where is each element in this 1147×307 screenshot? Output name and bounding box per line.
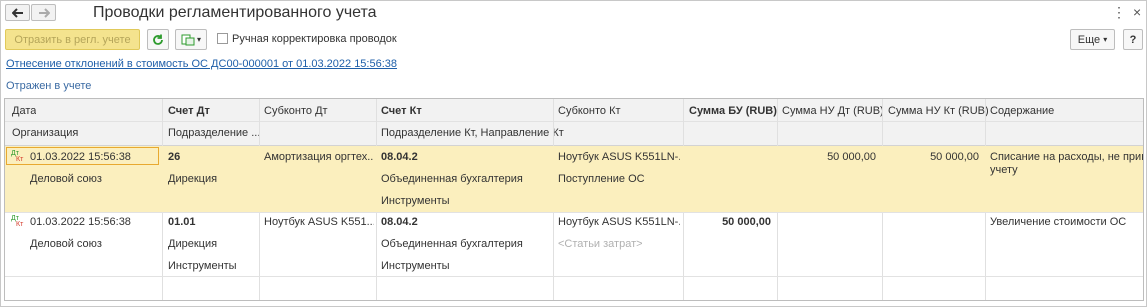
column-header-department-kt[interactable]: Подразделение Кт, Направление Кт <box>381 127 564 139</box>
column-header-content[interactable]: Содержание <box>990 105 1054 117</box>
arrow-right-icon <box>38 7 50 18</box>
row-subconto-kt-2[interactable]: Поступление ОС <box>558 173 645 185</box>
row-content-2[interactable]: учету <box>990 164 1018 176</box>
row-sum-bu[interactable]: 50 000,00 <box>685 216 771 228</box>
column-header-subconto-kt[interactable]: Субконто Кт <box>558 105 621 117</box>
row-account-dt[interactable]: 26 <box>168 151 180 163</box>
entries-table: Дата Счет Дт Субконто Дт Счет Кт Субконт… <box>4 98 1144 301</box>
row-department-dt[interactable]: Дирекция <box>168 238 217 250</box>
chevron-down-icon: ▾ <box>196 35 201 44</box>
report-icon <box>181 34 195 45</box>
manual-correction-checkbox[interactable] <box>217 33 228 44</box>
status-text: Отражен в учете <box>6 80 92 92</box>
row-subconto-kt[interactable]: Ноутбук ASUS K551LN-... <box>558 151 680 163</box>
post-to-accounting-button[interactable]: Отразить в регл. учете <box>5 29 140 50</box>
row-department-kt[interactable]: Объединенная бухгалтерия <box>381 173 523 185</box>
accounting-entry-icon: Дт Кт <box>11 215 24 228</box>
row-direction-dt[interactable]: Инструменты <box>168 260 237 272</box>
row-account-kt[interactable]: 08.04.2 <box>381 216 418 228</box>
row-subconto-dt[interactable]: Ноутбук ASUS K551... <box>264 216 374 228</box>
row-department-kt[interactable]: Объединенная бухгалтерия <box>381 238 523 250</box>
row-date[interactable]: 01.03.2022 15:56:38 <box>30 151 131 163</box>
report-dropdown-button[interactable]: ▾ <box>175 29 207 50</box>
row-subconto-kt-placeholder[interactable]: <Статьи затрат> <box>558 238 643 250</box>
column-header-sum-bu[interactable]: Сумма БУ (RUB) <box>689 105 777 117</box>
close-icon[interactable]: × <box>1133 4 1141 20</box>
entry-icon-kt: Кт <box>16 156 24 163</box>
row-sum-nu-dt[interactable]: 50 000,00 <box>779 151 876 163</box>
refresh-icon <box>153 34 163 45</box>
entry-icon-kt: Кт <box>16 221 24 228</box>
row-subconto-kt[interactable]: Ноутбук ASUS K551LN-... <box>558 216 680 228</box>
row-direction-kt[interactable]: Инструменты <box>381 260 450 272</box>
more-button[interactable]: Еще ▾ <box>1070 29 1115 50</box>
table-header: Дата Счет Дт Субконто Дт Счет Кт Субконт… <box>5 99 1143 146</box>
forward-button[interactable] <box>31 4 56 21</box>
row-content[interactable]: Увеличение стоимости ОС <box>990 216 1143 228</box>
row-organization[interactable]: Деловой союз <box>30 173 102 185</box>
page-title: Проводки регламентированного учета <box>93 4 377 21</box>
help-button[interactable]: ? <box>1123 29 1143 50</box>
row-department-dt[interactable]: Дирекция <box>168 173 217 185</box>
column-header-account-dt[interactable]: Счет Дт <box>168 105 210 117</box>
row-organization[interactable]: Деловой союз <box>30 238 102 250</box>
column-header-subconto-dt[interactable]: Субконто Дт <box>264 105 328 117</box>
more-button-label: Еще <box>1077 33 1101 46</box>
accounting-entry-icon: Дт Кт <box>11 150 24 163</box>
row-content[interactable]: Списание на расходы, не принима <box>990 151 1143 163</box>
column-header-account-kt[interactable]: Счет Кт <box>381 105 422 117</box>
manual-correction-label: Ручная корректировка проводок <box>232 33 397 45</box>
row-direction-kt[interactable]: Инструменты <box>381 195 450 207</box>
chevron-down-icon: ▾ <box>1103 35 1108 44</box>
column-header-organization[interactable]: Организация <box>12 127 78 139</box>
row-sum-nu-kt[interactable]: 50 000,00 <box>884 151 979 163</box>
arrow-left-icon <box>11 7 23 18</box>
row-account-dt[interactable]: 01.01 <box>168 216 196 228</box>
more-actions-icon[interactable]: ⋮ <box>1112 4 1126 21</box>
back-button[interactable] <box>5 4 30 21</box>
row-subconto-dt[interactable]: Амортизация оргтех... <box>264 151 374 163</box>
row-divider <box>5 276 1143 277</box>
column-header-sum-nu-dt[interactable]: Сумма НУ Дт (RUB) <box>782 105 884 117</box>
column-header-sum-nu-kt[interactable]: Сумма НУ Кт (RUB) <box>888 105 989 117</box>
row-divider <box>5 212 1143 213</box>
header-divider <box>5 121 1143 122</box>
row-account-kt[interactable]: 08.04.2 <box>381 151 418 163</box>
refresh-button[interactable] <box>147 29 169 50</box>
column-header-department-dt[interactable]: Подразделение ... <box>168 127 260 139</box>
column-header-date[interactable]: Дата <box>12 105 36 117</box>
document-link[interactable]: Отнесение отклонений в стоимость ОС ДС00… <box>6 58 397 70</box>
row-date[interactable]: 01.03.2022 15:56:38 <box>30 216 131 228</box>
